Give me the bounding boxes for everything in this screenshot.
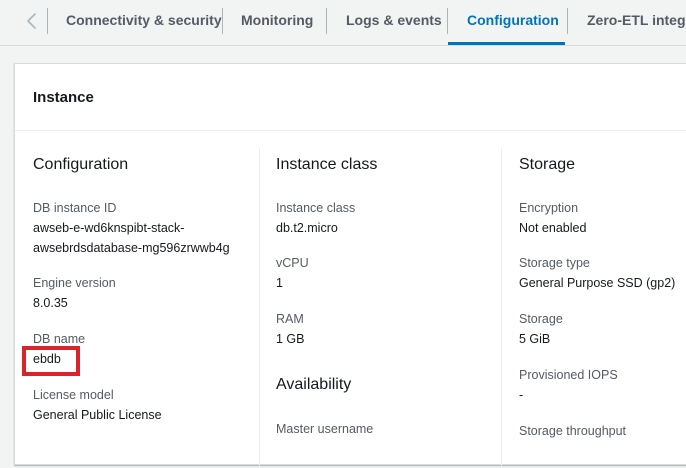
chevron-left-icon[interactable] bbox=[20, 9, 44, 33]
instance-class-label: Instance class bbox=[276, 201, 356, 215]
license-model-label: License model bbox=[33, 388, 114, 402]
column-divider bbox=[259, 148, 260, 468]
storage-value: 5 GiB bbox=[519, 332, 551, 346]
db-instance-id-label: DB instance ID bbox=[33, 201, 117, 215]
column-divider bbox=[501, 148, 502, 468]
db-name-highlight bbox=[22, 346, 80, 376]
ram-label: RAM bbox=[276, 312, 304, 326]
db-instance-id-value-line-1: awseb-e-wd6knspibt-stack- bbox=[33, 221, 185, 235]
provisioned-iops-label: Provisioned IOPS bbox=[519, 368, 618, 382]
storage-type-label: Storage type bbox=[519, 256, 590, 270]
availability-section-title: Availability bbox=[276, 376, 352, 393]
encryption-value: Not enabled bbox=[519, 221, 587, 235]
tab-configuration[interactable]: Configuration bbox=[467, 12, 559, 28]
storage-section-title: Storage bbox=[519, 156, 576, 173]
tab-bar: Connectivity & security Monitoring Logs … bbox=[0, 0, 686, 46]
provisioned-iops-value: - bbox=[519, 388, 524, 402]
tab-connectivity-security[interactable]: Connectivity & security bbox=[66, 12, 222, 28]
engine-version-value: 8.0.35 bbox=[33, 296, 68, 310]
configuration-section-title: Configuration bbox=[33, 156, 129, 173]
db-name-label: DB name bbox=[33, 332, 86, 346]
vcpu-label: vCPU bbox=[276, 256, 309, 270]
tab-separator bbox=[567, 8, 568, 34]
storage-type-value: General Purpose SSD (gp2) bbox=[519, 276, 676, 290]
tab-logs-events[interactable]: Logs & events bbox=[346, 12, 442, 28]
active-tab-indicator bbox=[448, 42, 565, 45]
storage-label: Storage bbox=[519, 312, 563, 326]
instance-panel: Instance Configuration DB instance ID aw… bbox=[14, 63, 686, 468]
tab-separator bbox=[47, 8, 48, 34]
vcpu-value: 1 bbox=[276, 276, 283, 290]
db-instance-id-value-line-2: awsebrdsdatabase-mg596zrwwb4g bbox=[33, 241, 230, 255]
tab-separator bbox=[447, 8, 448, 34]
tab-separator bbox=[326, 8, 327, 34]
ram-value: 1 GB bbox=[276, 332, 305, 346]
engine-version-label: Engine version bbox=[33, 276, 116, 290]
panel-header: Instance bbox=[15, 64, 686, 131]
master-username-label: Master username bbox=[276, 422, 374, 436]
tab-monitoring[interactable]: Monitoring bbox=[241, 12, 313, 28]
instance-class-section-title: Instance class bbox=[276, 156, 378, 173]
panel-title: Instance bbox=[33, 89, 94, 106]
storage-throughput-label: Storage throughput bbox=[519, 424, 627, 438]
tab-zero-etl-integrations[interactable]: Zero-ETL integra bbox=[587, 12, 686, 28]
license-model-value: General Public License bbox=[33, 408, 162, 422]
encryption-label: Encryption bbox=[519, 201, 579, 215]
instance-class-value: db.t2.micro bbox=[276, 221, 338, 235]
tab-separator bbox=[222, 8, 223, 34]
